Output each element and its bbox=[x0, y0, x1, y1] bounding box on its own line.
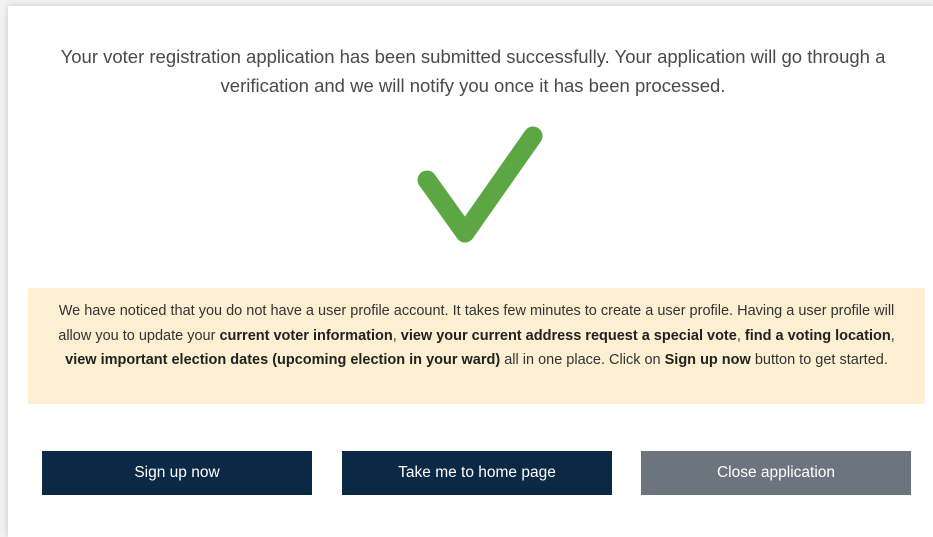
home-page-button[interactable]: Take me to home page bbox=[342, 451, 612, 495]
check-mark-icon bbox=[413, 120, 543, 254]
notice-highlight-voting-location: find a voting location bbox=[744, 327, 891, 344]
notice-text: all in one place. Click on bbox=[500, 352, 665, 368]
notice-text: , bbox=[392, 327, 401, 344]
notice-highlight-address: view your current address request a spec… bbox=[400, 327, 737, 344]
notice-text: , bbox=[890, 327, 895, 344]
create-profile-notice: We have noticed that you do not have a u… bbox=[28, 288, 925, 404]
close-application-button[interactable]: Close application bbox=[641, 451, 911, 495]
sign-up-button[interactable]: Sign up now bbox=[42, 451, 312, 495]
success-message: Your voter registration application has … bbox=[60, 46, 886, 96]
notice-text: button to get started. bbox=[750, 352, 888, 368]
notice-highlight-sign-up: Sign up now bbox=[664, 352, 751, 368]
notice-highlight-election-dates: view important election dates (upcoming … bbox=[65, 352, 501, 368]
notice-text: , bbox=[736, 327, 745, 344]
notice-highlight-voter-info: current voter information bbox=[219, 327, 393, 344]
confirmation-dialog: Your voter registration application has … bbox=[8, 6, 933, 537]
